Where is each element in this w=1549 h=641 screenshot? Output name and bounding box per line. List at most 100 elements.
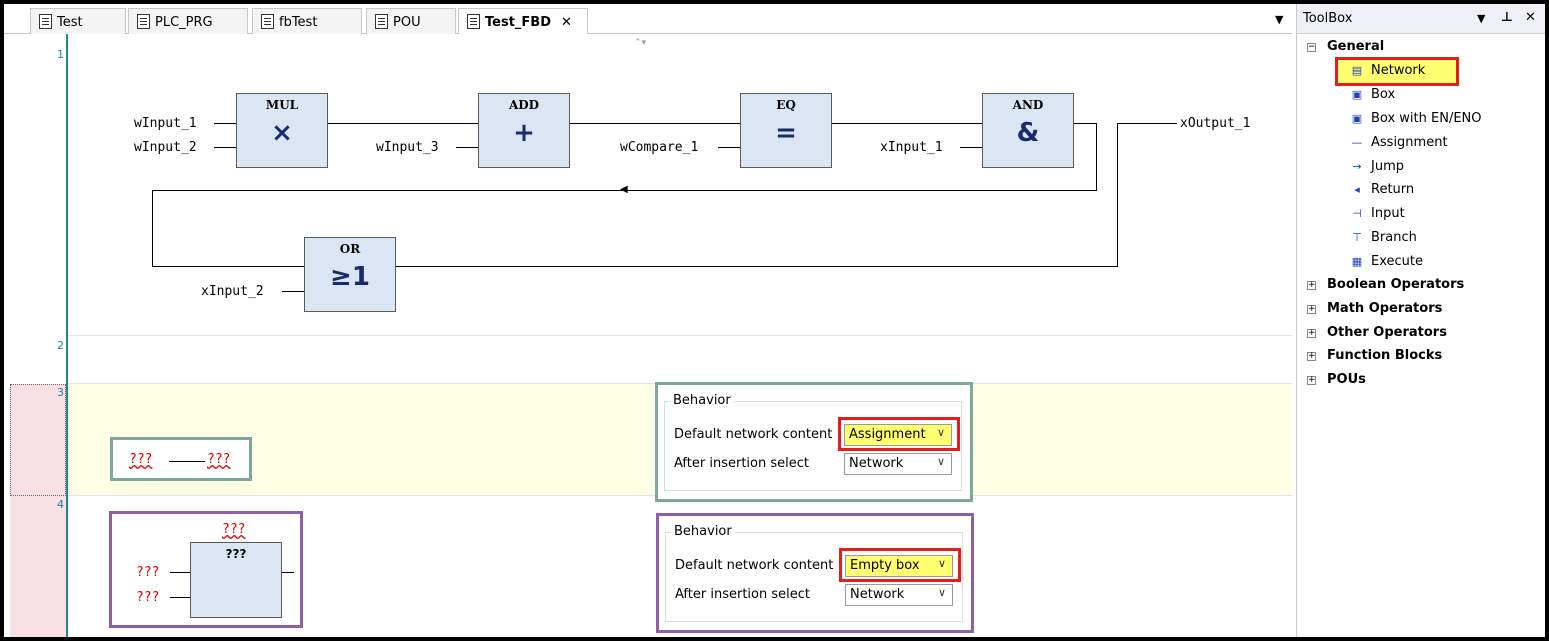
box-icon: ▣ <box>1351 88 1363 101</box>
wire <box>328 123 478 124</box>
wire <box>456 147 478 148</box>
collapse-icon[interactable]: ⌃▾ <box>634 38 664 48</box>
fbd-icon <box>467 14 480 29</box>
close-icon[interactable]: ✕ <box>561 15 572 30</box>
editor-tab-bar: Test PLC_PRG fbTest POU Test_FBD ✕ ▼ <box>4 4 1292 35</box>
highlight-frame <box>839 548 961 582</box>
wire <box>152 266 304 267</box>
tab-test[interactable]: Test <box>30 8 126 34</box>
category-function-blocks[interactable]: + Function Blocks <box>1307 348 1442 363</box>
arrow-left-icon: ◀ <box>620 184 628 195</box>
highlight-frame <box>838 417 960 451</box>
after-insertion-select[interactable]: Network ∨ <box>845 584 953 606</box>
assignment-example-frame: ??? ??? <box>110 437 252 481</box>
wire <box>718 147 740 148</box>
toolbox-item-execute[interactable]: ▦ Execute <box>1349 254 1423 269</box>
var-winput-2[interactable]: wInput_2 <box>134 140 197 155</box>
toolbox-item-network[interactable]: ▤ Network <box>1349 63 1425 78</box>
pin-icon[interactable]: ⊥ <box>1501 10 1513 25</box>
document-icon <box>375 14 388 29</box>
document-icon <box>137 14 150 29</box>
wire <box>960 147 982 148</box>
box-input-placeholder[interactable]: ??? <box>136 590 159 605</box>
toolbox-item-jump[interactable]: → Jump <box>1349 159 1404 174</box>
add-block[interactable]: ADD + <box>478 93 570 168</box>
program-icon <box>39 14 52 29</box>
category-math-operators[interactable]: + Math Operators <box>1307 301 1442 316</box>
network-number: 4 <box>57 498 64 511</box>
var-winput-1[interactable]: wInput_1 <box>134 116 197 131</box>
expand-icon[interactable]: + <box>1307 376 1316 385</box>
branch-icon: ⊤ <box>1352 231 1362 244</box>
toolbox-item-branch[interactable]: ⊤ Branch <box>1349 230 1417 245</box>
empty-box-example-frame: ??? ??? ??? ??? <box>109 511 303 628</box>
network-number: 2 <box>57 339 64 352</box>
category-other-operators[interactable]: + Other Operators <box>1307 325 1447 340</box>
box-input-placeholder[interactable]: ??? <box>136 565 159 580</box>
box-instance-placeholder[interactable]: ??? <box>222 522 245 537</box>
behavior-panel-assignment: Behavior Default network content Assignm… <box>655 382 973 502</box>
or-block[interactable]: OR ≥1 <box>304 237 396 312</box>
after-insertion-label: After insertion select <box>674 456 809 471</box>
chevron-down-icon: ∨ <box>936 455 945 468</box>
wire <box>396 266 1118 267</box>
toolbox-item-return[interactable]: ◂ Return <box>1349 182 1414 197</box>
behavior-group-title: Behavior <box>670 393 734 408</box>
toolbox-panel: ToolBox ▼ ⊥ ✕ − General ▤ Network ▣ Box ▣ B… <box>1296 4 1545 637</box>
expand-icon[interactable]: + <box>1307 281 1316 290</box>
category-pous[interactable]: + POUs <box>1307 372 1366 387</box>
category-general[interactable]: − General <box>1307 39 1384 54</box>
toolbox-item-box-en-eno[interactable]: ▣ Box with EN/ENO <box>1349 111 1482 126</box>
execute-icon: ▦ <box>1351 255 1363 268</box>
tab-plc-prg[interactable]: PLC_PRG <box>128 8 248 34</box>
chevron-down-icon: ∨ <box>937 586 946 599</box>
tab-pou[interactable]: POU <box>366 8 456 34</box>
jump-icon: → <box>1352 160 1362 173</box>
wire <box>282 291 304 292</box>
toolbox-item-box[interactable]: ▣ Box <box>1349 87 1395 102</box>
expand-icon[interactable]: + <box>1307 305 1316 314</box>
wire <box>214 147 236 148</box>
expand-icon[interactable]: + <box>1307 352 1316 361</box>
var-wcompare-1[interactable]: wCompare_1 <box>620 140 698 155</box>
box-en-eno-icon: ▣ <box>1351 112 1363 125</box>
close-icon[interactable]: ✕ <box>1525 10 1536 25</box>
network-3-gutter[interactable] <box>10 384 66 496</box>
behavior-panel-empty-box: Behavior Default network content Empty b… <box>656 513 974 633</box>
tab-test-fbd[interactable]: Test_FBD ✕ <box>458 8 588 35</box>
toolbox-item-assignment[interactable]: — Assignment <box>1349 135 1448 150</box>
wire <box>570 123 740 124</box>
wire <box>1117 123 1118 267</box>
network-divider <box>68 335 1292 336</box>
assignment-left-placeholder[interactable]: ??? <box>129 452 152 467</box>
after-insertion-select[interactable]: Network ∨ <box>844 453 952 475</box>
wire <box>170 597 190 598</box>
tab-fbtest[interactable]: fbTest <box>252 8 362 34</box>
assignment-right-placeholder[interactable]: ??? <box>207 452 230 467</box>
wire <box>1074 123 1096 124</box>
return-icon: ◂ <box>1354 183 1360 196</box>
mul-block[interactable]: MUL × <box>236 93 328 168</box>
wire <box>1096 123 1097 191</box>
chevron-down-icon[interactable]: ▼ <box>1275 13 1283 26</box>
wire <box>1117 123 1177 124</box>
chevron-down-icon[interactable]: ▼ <box>1477 12 1485 25</box>
var-xinput-1[interactable]: xInput_1 <box>880 140 943 155</box>
toolbox-header: ToolBox ▼ ⊥ ✕ <box>1297 4 1545 34</box>
collapse-icon[interactable]: − <box>1307 43 1316 52</box>
network-4-gutter[interactable] <box>10 496 66 637</box>
and-block[interactable]: AND & <box>982 93 1074 168</box>
empty-box[interactable]: ??? <box>190 542 282 618</box>
var-winput-3[interactable]: wInput_3 <box>376 140 439 155</box>
var-xoutput-1[interactable]: xOutput_1 <box>1180 116 1250 131</box>
eq-block[interactable]: EQ = <box>740 93 832 168</box>
expand-icon[interactable]: + <box>1307 329 1316 338</box>
toolbox-item-input[interactable]: ⊣ Input <box>1349 206 1404 221</box>
wire <box>214 123 236 124</box>
input-icon: ⊣ <box>1352 207 1362 220</box>
fbd-editor[interactable]: 1 2 3 4 ⌃▾ MUL × ADD + EQ = AND & OR ≥1 wInpu… <box>4 34 1292 637</box>
var-xinput-2[interactable]: xInput_2 <box>201 284 264 299</box>
category-boolean-operators[interactable]: + Boolean Operators <box>1307 277 1464 292</box>
wire <box>282 572 294 573</box>
network-icon: ▤ <box>1351 64 1363 77</box>
